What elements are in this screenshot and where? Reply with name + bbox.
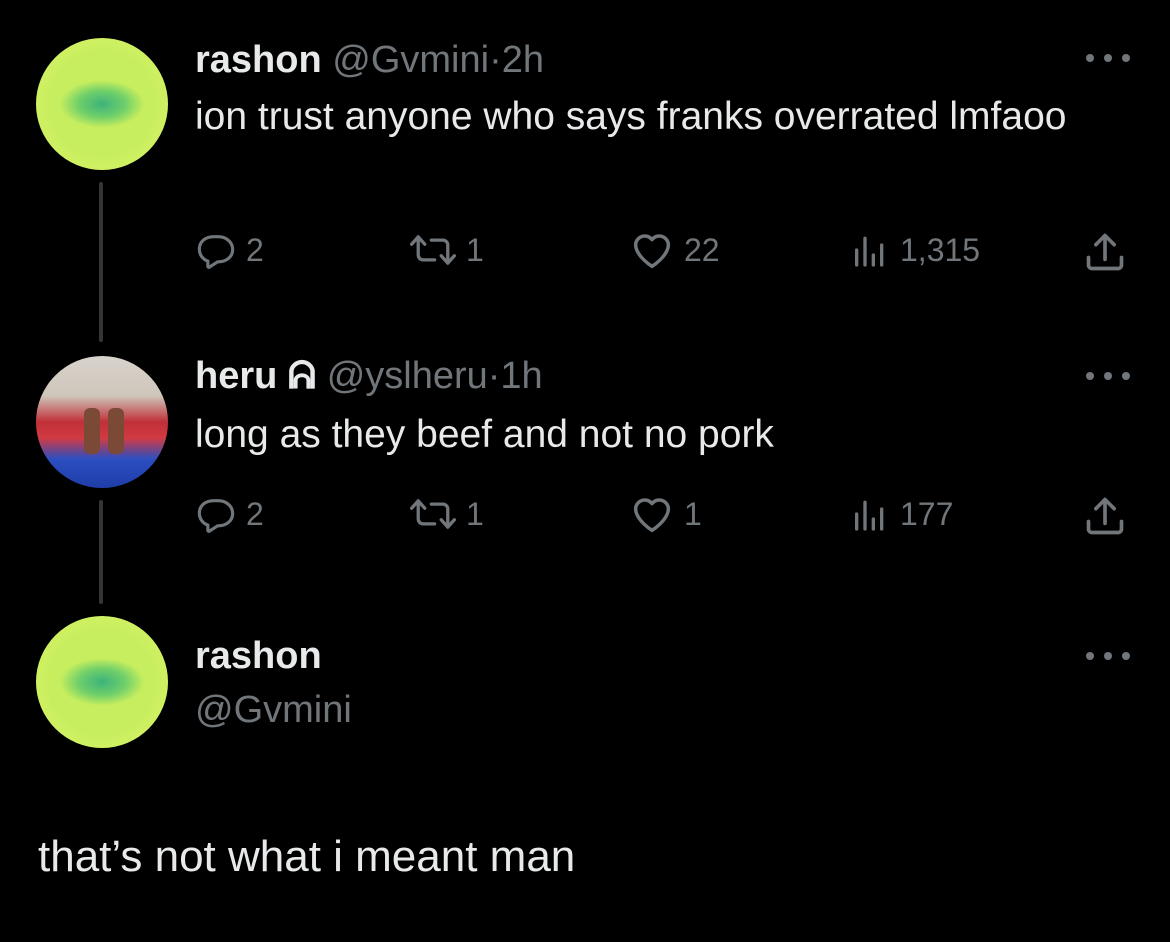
retweet-count: 1 bbox=[466, 232, 484, 268]
retweet-button[interactable]: 1 bbox=[410, 494, 484, 534]
views-button[interactable]: 177 bbox=[850, 494, 953, 534]
share-upload-icon bbox=[1086, 233, 1124, 271]
like-count: 22 bbox=[684, 232, 720, 268]
like-button[interactable]: 22 bbox=[630, 230, 720, 270]
tweet-1-text: ion trust anyone who says franks overrat… bbox=[195, 95, 1067, 138]
share-button[interactable] bbox=[1083, 230, 1127, 274]
retweet-icon bbox=[410, 499, 456, 529]
main-tweet-text: that’s not what i meant man bbox=[38, 832, 576, 881]
retweet-button[interactable]: 1 bbox=[410, 230, 484, 270]
share-upload-icon bbox=[1086, 497, 1124, 535]
like-button[interactable]: 1 bbox=[630, 494, 702, 534]
reply-count: 2 bbox=[246, 496, 264, 532]
heart-icon bbox=[633, 234, 671, 269]
share-button[interactable] bbox=[1083, 494, 1127, 538]
view-count: 1,315 bbox=[900, 232, 981, 268]
reply-button[interactable]: 2 bbox=[196, 230, 264, 270]
author-name[interactable]: rashon bbox=[195, 633, 322, 679]
reply-bubble-icon bbox=[197, 499, 235, 533]
views-bar-chart-icon bbox=[855, 500, 884, 531]
name-symbol: ᕱ bbox=[287, 355, 317, 397]
separator-dot: · bbox=[487, 355, 501, 397]
avatar-heru[interactable] bbox=[36, 356, 168, 488]
author-handle[interactable]: @yslheru bbox=[327, 355, 488, 397]
author-handle[interactable]: @Gvmini bbox=[195, 687, 352, 733]
more-dots-icon[interactable] bbox=[1086, 370, 1130, 382]
tweet-2-text: long as they beef and not no pork bbox=[195, 413, 774, 456]
author-name[interactable]: heru bbox=[195, 355, 277, 397]
like-count: 1 bbox=[684, 496, 702, 532]
more-dots-icon[interactable] bbox=[1086, 52, 1130, 64]
views-bar-chart-icon bbox=[855, 236, 884, 267]
views-button[interactable]: 1,315 bbox=[850, 230, 980, 270]
more-dots-icon[interactable] bbox=[1086, 650, 1130, 662]
reply-count: 2 bbox=[246, 232, 264, 268]
avatar-rashon[interactable] bbox=[36, 616, 168, 748]
author-handle[interactable]: @Gvmini bbox=[332, 39, 489, 81]
thread-line bbox=[99, 182, 103, 342]
retweet-icon bbox=[410, 235, 456, 265]
timestamp[interactable]: 2h bbox=[502, 39, 544, 81]
heart-icon bbox=[633, 498, 671, 533]
tweet-2-header: heru ᕱ @yslheru·1h bbox=[195, 354, 543, 398]
view-count: 177 bbox=[900, 496, 954, 532]
timestamp[interactable]: 1h bbox=[500, 355, 542, 397]
thread-line bbox=[99, 500, 103, 604]
tweet-1-header: rashon @Gvmini·2h bbox=[195, 38, 544, 82]
reply-button[interactable]: 2 bbox=[196, 494, 264, 534]
separator-dot: · bbox=[489, 39, 502, 81]
retweet-count: 1 bbox=[466, 496, 484, 532]
author-name[interactable]: rashon bbox=[195, 39, 322, 81]
avatar-rashon[interactable] bbox=[36, 38, 168, 170]
reply-bubble-icon bbox=[197, 235, 235, 269]
